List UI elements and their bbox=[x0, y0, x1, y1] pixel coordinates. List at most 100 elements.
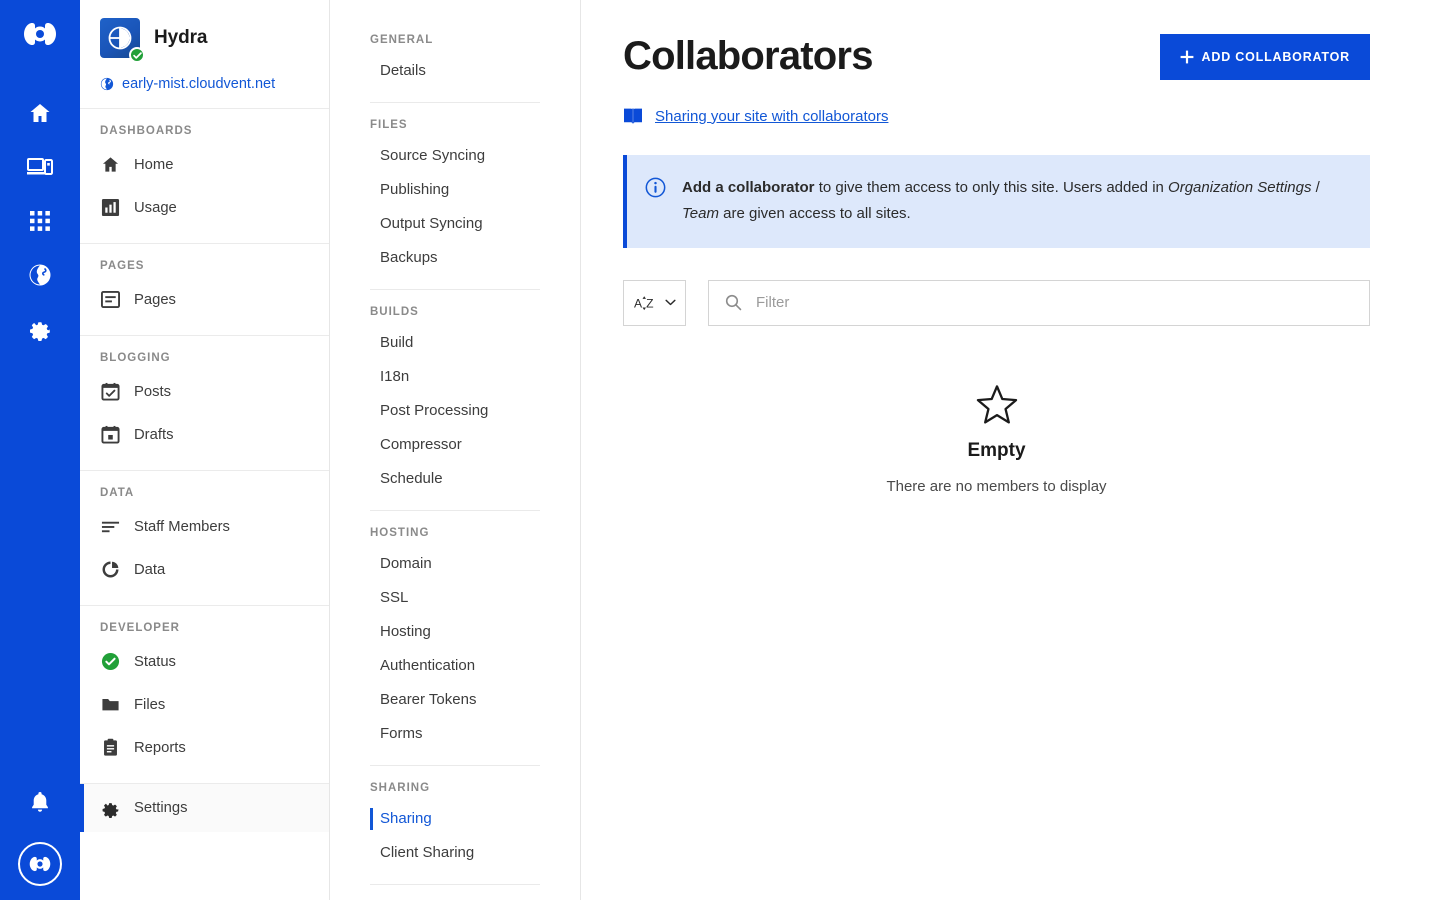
settings-item-schedule[interactable]: Schedule bbox=[370, 462, 540, 496]
rail-item-apps[interactable] bbox=[16, 197, 64, 245]
plus-icon bbox=[1180, 50, 1193, 64]
sidebar-item-label: Home bbox=[134, 156, 174, 173]
sidebar-item-label: Staff Members bbox=[134, 518, 230, 535]
home-icon bbox=[100, 155, 120, 174]
search-icon bbox=[725, 294, 742, 311]
settings-item-client-sharing[interactable]: Client Sharing bbox=[370, 836, 540, 870]
settings-group-danger-zone: DANGER ZONE bbox=[370, 885, 540, 900]
sidebar-item-staff-members[interactable]: Staff Members bbox=[80, 505, 329, 548]
sidebar-item-settings[interactable]: Settings bbox=[80, 784, 329, 832]
pie-chart-icon bbox=[100, 560, 120, 579]
page-title: Collaborators bbox=[623, 34, 873, 78]
sidebar-item-data[interactable]: Data bbox=[80, 548, 329, 591]
settings-item-bearer-tokens[interactable]: Bearer Tokens bbox=[370, 683, 540, 717]
site-url-link[interactable]: early-mist.cloudvent.net bbox=[122, 76, 275, 92]
empty-state-title: Empty bbox=[967, 439, 1026, 461]
settings-item-source-syncing[interactable]: Source Syncing bbox=[370, 139, 540, 173]
settings-item-forms[interactable]: Forms bbox=[370, 717, 540, 751]
main-panel: Collaborators ADD COLLABORATOR Sharing y… bbox=[580, 0, 1440, 900]
nav-group-title: PAGES bbox=[100, 260, 145, 272]
sidebar-item-posts[interactable]: Posts bbox=[80, 370, 329, 413]
nav-group-dashboards: DASHBOARDS Home Usage bbox=[80, 108, 329, 243]
info-banner: Add a collaborator to give them access t… bbox=[623, 155, 1370, 248]
banner-text-2: / bbox=[1311, 179, 1320, 196]
site-header: Hydra early-mist.cloudvent.net bbox=[80, 0, 329, 108]
status-check-icon bbox=[100, 652, 120, 671]
sidebar-item-label: Drafts bbox=[134, 426, 174, 443]
settings-item-sharing[interactable]: Sharing bbox=[370, 802, 540, 836]
sidebar-item-files[interactable]: Files bbox=[80, 683, 329, 726]
documentation-row: Sharing your site with collaborators bbox=[623, 107, 1370, 125]
settings-group-hosting: HOSTING Domain SSL Hosting Authenticatio… bbox=[370, 511, 540, 766]
sidebar-item-label: Data bbox=[134, 561, 166, 578]
folder-icon bbox=[100, 695, 120, 714]
settings-item-compressor[interactable]: Compressor bbox=[370, 428, 540, 462]
sort-az-button[interactable]: A Z bbox=[623, 279, 686, 326]
rail-item-account[interactable] bbox=[18, 842, 62, 886]
chevron-down-icon bbox=[664, 299, 676, 306]
calendar-draft-icon bbox=[100, 425, 120, 444]
settings-item-i18n[interactable]: I18n bbox=[370, 360, 540, 394]
settings-group-builds: BUILDS Build I18n Post Processing Compre… bbox=[370, 290, 540, 511]
clipboard-icon bbox=[100, 738, 120, 757]
devices-preview-icon bbox=[27, 158, 53, 175]
sidebar-item-label: Settings bbox=[134, 800, 188, 816]
settings-item-post-processing[interactable]: Post Processing bbox=[370, 394, 540, 428]
settings-item-ssl[interactable]: SSL bbox=[370, 581, 540, 615]
book-icon bbox=[624, 108, 642, 124]
settings-menu-column: GENERAL Details FILES Source Syncing Pub… bbox=[330, 0, 580, 900]
bar-chart-icon bbox=[100, 198, 120, 217]
rail-bottom-group bbox=[16, 778, 64, 886]
sidebar-item-usage[interactable]: Usage bbox=[80, 186, 329, 229]
site-identity[interactable]: Hydra bbox=[100, 18, 309, 63]
settings-item-output-syncing[interactable]: Output Syncing bbox=[370, 207, 540, 241]
settings-group-title: GENERAL bbox=[370, 34, 434, 46]
list-lines-icon bbox=[100, 517, 120, 536]
info-banner-text: Add a collaborator to give them access t… bbox=[682, 175, 1348, 228]
calendar-check-icon bbox=[100, 382, 120, 401]
empty-state-subtitle: There are no members to display bbox=[886, 477, 1107, 495]
settings-item-authentication[interactable]: Authentication bbox=[370, 649, 540, 683]
settings-item-publishing[interactable]: Publishing bbox=[370, 173, 540, 207]
site-name: Hydra bbox=[154, 27, 208, 48]
settings-item-build[interactable]: Build bbox=[370, 326, 540, 360]
site-sidebar: Hydra early-mist.cloudvent.net DASHBOARD… bbox=[80, 0, 330, 900]
home-icon bbox=[30, 104, 50, 122]
sidebar-item-home[interactable]: Home bbox=[80, 143, 329, 186]
rail-item-global[interactable] bbox=[16, 251, 64, 299]
brand-eye-logo-icon[interactable] bbox=[20, 20, 60, 53]
site-url-row[interactable]: early-mist.cloudvent.net bbox=[100, 76, 309, 92]
rail-item-settings[interactable] bbox=[16, 305, 64, 353]
sidebar-item-label: Files bbox=[134, 696, 166, 713]
settings-item-hosting[interactable]: Hosting bbox=[370, 615, 540, 649]
sidebar-item-pages[interactable]: Pages bbox=[80, 278, 329, 321]
sidebar-item-status[interactable]: Status bbox=[80, 640, 329, 683]
nav-group-pages: PAGES Pages bbox=[80, 243, 329, 335]
settings-item-backups[interactable]: Backups bbox=[370, 241, 540, 275]
sidebar-item-reports[interactable]: Reports bbox=[80, 726, 329, 769]
rail-item-preview[interactable] bbox=[16, 143, 64, 191]
filter-input[interactable] bbox=[756, 294, 1353, 311]
account-avatar-icon bbox=[29, 856, 51, 872]
globe-icon bbox=[29, 264, 51, 286]
global-icon-rail bbox=[0, 0, 80, 900]
rail-item-notifications[interactable] bbox=[16, 778, 64, 826]
sort-az-icon: A Z bbox=[634, 295, 654, 310]
svg-text:A: A bbox=[634, 296, 643, 310]
settings-group-title: BUILDS bbox=[370, 306, 419, 318]
documentation-link[interactable]: Sharing your site with collaborators bbox=[655, 108, 888, 125]
settings-group-title: FILES bbox=[370, 119, 408, 131]
filter-search-box[interactable] bbox=[708, 279, 1370, 326]
add-collaborator-button[interactable]: ADD COLLABORATOR bbox=[1159, 34, 1370, 80]
sidebar-item-label: Posts bbox=[134, 383, 172, 400]
empty-state: Empty There are no members to display bbox=[623, 384, 1370, 495]
sidebar-item-drafts[interactable]: Drafts bbox=[80, 413, 329, 456]
sidebar-item-label: Usage bbox=[134, 199, 177, 216]
settings-item-details[interactable]: Details bbox=[370, 54, 540, 88]
rail-item-home[interactable] bbox=[16, 89, 64, 137]
main-header: Collaborators ADD COLLABORATOR bbox=[623, 34, 1370, 80]
info-circle-icon bbox=[645, 177, 666, 198]
add-collaborator-label: ADD COLLABORATOR bbox=[1201, 50, 1350, 64]
settings-item-domain[interactable]: Domain bbox=[370, 547, 540, 581]
banner-text-1: to give them access to only this site. U… bbox=[814, 179, 1169, 196]
